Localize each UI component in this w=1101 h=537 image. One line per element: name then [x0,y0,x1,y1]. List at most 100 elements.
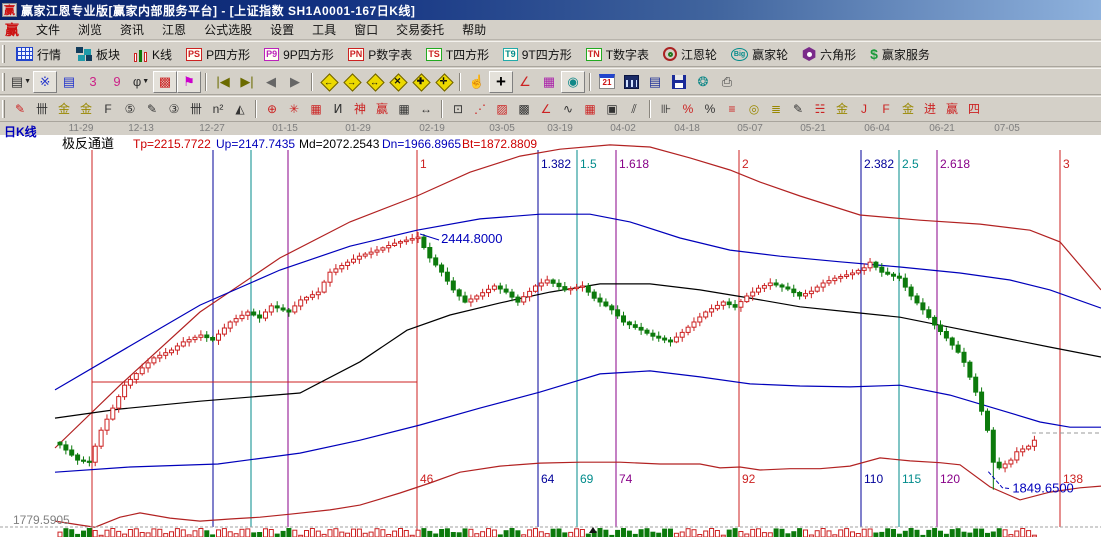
info-panel-button[interactable]: ▤ [57,71,81,93]
fan-lines-button[interactable]: ⋰ [469,99,491,120]
candle-style-button[interactable]: φ▼ [129,71,153,93]
prev-bar-button[interactable]: ◀ [259,71,283,93]
angle-fan-button[interactable]: ∠ [535,99,557,120]
slashes-button[interactable]: ⫽ [623,99,645,120]
hspan-button[interactable]: ↔ [415,99,437,120]
p9-square-button[interactable]: P99P四方形 [257,43,341,66]
t-number-button[interactable]: TNT数字表 [579,43,656,66]
menu-item-5[interactable]: 设置 [261,19,303,40]
gann-box-button[interactable]: ▦ [537,71,561,93]
percent-levels-button[interactable]: ≡ [721,99,743,120]
menu-item-0[interactable]: 文件 [27,19,69,40]
gold-channel-button[interactable]: 金 [831,99,853,120]
last-bar-button[interactable]: ▶| [235,71,259,93]
window-layout-button[interactable]: ▤▼ [9,71,33,93]
memo-button[interactable]: ▤ [643,71,667,93]
p-square-button[interactable]: PSP四方形 [179,43,257,66]
box-grid-button[interactable]: ▦ [305,99,327,120]
si-angle-button[interactable]: 四 [963,99,985,120]
toolbar-grip[interactable] [2,100,5,118]
shen-tool-button[interactable]: 神 [349,99,371,120]
percent-button[interactable]: % [699,99,721,120]
zoom-all-diamond-button[interactable]: ✛ [432,71,455,93]
menu-item-4[interactable]: 公式选股 [195,19,261,40]
export-button[interactable]: ❂ [691,71,715,93]
chip-distribution-button[interactable]: ◉ [561,71,585,93]
move-left-diamond-button[interactable]: ← [317,71,340,93]
quotes-button[interactable]: 行情 [9,43,68,66]
gold-circle-button[interactable]: ◎ [743,99,765,120]
hexagon-button[interactable]: 六角形 [795,43,863,66]
save-button[interactable] [667,71,691,93]
menu-item-3[interactable]: 江恩 [153,19,195,40]
toolbar-grip[interactable] [2,45,5,63]
n-wave-button[interactable]: Ͷ [327,99,349,120]
move-right-diamond-button[interactable]: → [340,71,363,93]
t9-square-button[interactable]: T99T四方形 [496,43,579,66]
gold-angle-button[interactable]: 金 [897,99,919,120]
first-bar-button[interactable]: |◀ [211,71,235,93]
title-bar[interactable]: 赢 赢家江恩专业版[赢家内部服务平台] - [上证指数 SH1A0001-167… [0,0,1101,20]
pen-tool-button[interactable]: ✎ [9,99,31,120]
candle-pen-button[interactable]: ✎ [787,99,809,120]
angle-tool-button[interactable]: ∠ [513,71,537,93]
circle3-button[interactable]: ③ [163,99,185,120]
compress-horizontal-diamond-button[interactable]: ✕ [386,71,409,93]
grid123-button[interactable]: ▦ [393,99,415,120]
kline-chart-svg[interactable]: 1461.382641.5691.618742922.3821102.51152… [0,135,1101,537]
fine-grid-button[interactable]: ▦ [579,99,601,120]
wave-tool-button[interactable]: ∿ [557,99,579,120]
zoom-in-diamond-button[interactable]: ✚ [409,71,432,93]
toolbar-main[interactable]: 行情板块K线PSP四方形P99P四方形PNP数字表TST四方形T99T四方形TN… [0,41,1101,67]
f-angle-button[interactable]: F [875,99,897,120]
kline-button[interactable]: K线 [127,43,179,66]
angle-ruler-button[interactable]: ◭ [229,99,251,120]
ying-tool-button[interactable]: 赢 [371,99,393,120]
star-grid-button[interactable]: ✳ [283,99,305,120]
t-square-button[interactable]: TST四方形 [419,43,496,66]
calculator-button[interactable] [619,71,643,93]
grid-corner-button[interactable]: ▣ [601,99,623,120]
hand-tool-button[interactable]: ☝ [465,71,489,93]
winner-wheel-button[interactable]: Big赢家轮 [724,43,795,66]
toolbar-quick[interactable]: ▤▼※▤39φ▼▩⚑|◀▶|◀▶←→↔✕✚✛☝+∠▦◉21▤❂⎙ [0,68,1101,95]
menu-item-6[interactable]: 工具 [303,19,345,40]
menu-item-1[interactable]: 浏览 [69,19,111,40]
menu-item-9[interactable]: 帮助 [453,19,495,40]
gann-wheel-button[interactable]: 江恩轮 [656,43,724,66]
fib-line-button[interactable]: F [97,99,119,120]
shade-box-button[interactable]: ▨ [491,99,513,120]
pattern-grid-button[interactable]: ▩ [153,71,177,93]
ying-angle-button[interactable]: 赢 [941,99,963,120]
jin-angle-button[interactable]: 进 [919,99,941,120]
flag-chart-button[interactable]: ⚑ [177,71,201,93]
avg-channel-button[interactable]: ☵ [809,99,831,120]
winner-service-button[interactable]: $赢家服务 [863,43,937,66]
target-circle-button[interactable]: ⊕ [261,99,283,120]
gold-ratio-button[interactable]: 金 [53,99,75,120]
pen2-button[interactable]: ✎ [141,99,163,120]
menu-item-8[interactable]: 交易委托 [387,19,453,40]
spiral-button[interactable]: ⑤ [119,99,141,120]
gold-ratio2-button[interactable]: 金 [75,99,97,120]
period-3-button[interactable]: 3 [81,71,105,93]
menu-item-7[interactable]: 窗口 [345,19,387,40]
toolbar-draw[interactable]: ✎卌金金F⑤✎③卌n²◭⊕✳▦Ͷ神赢▦↔⊡⋰▨▩∠∿▦▣⫽⊪%%≡◎≣✎☵金JF… [0,96,1101,122]
crosshair-button[interactable]: + [489,71,513,93]
calendar-button[interactable]: 21 [595,71,619,93]
period-9-button[interactable]: 9 [105,71,129,93]
chart-area[interactable]: 1461.382641.5691.618742922.3821102.51152… [0,135,1101,537]
menu-bar[interactable]: 赢 文件浏览资讯江恩公式选股设置工具窗口交易委托帮助 [0,20,1101,40]
next-bar-button[interactable]: ▶ [283,71,307,93]
toolbar-grip[interactable] [2,73,5,91]
price-bars-button[interactable]: ⊪ [655,99,677,120]
menu-item-2[interactable]: 资讯 [111,19,153,40]
sectors-button[interactable]: 板块 [68,43,127,66]
chart-mode-button[interactable]: ※ [33,71,57,93]
gann-line-button[interactable]: 卌 [31,99,53,120]
line-batch-button[interactable]: 卌 [185,99,207,120]
p-number-button[interactable]: PNP数字表 [341,43,420,66]
box-select-button[interactable]: ⊡ [447,99,469,120]
percent-strike-button[interactable]: % [677,99,699,120]
dark-box-button[interactable]: ▩ [513,99,535,120]
